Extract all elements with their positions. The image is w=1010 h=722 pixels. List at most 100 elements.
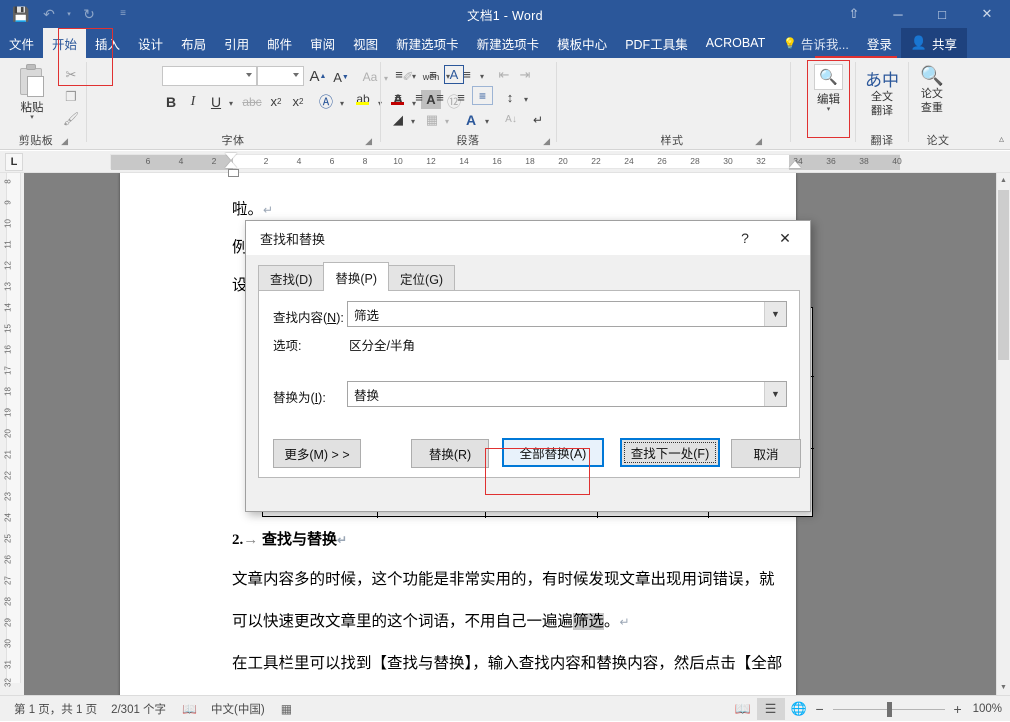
paragraph-dialog-launcher[interactable]: ◢ [543, 136, 550, 147]
macro-icon[interactable]: ▦ [281, 702, 292, 716]
word-count[interactable]: 2/301 个字 [111, 701, 166, 717]
replace-all-button[interactable]: 全部替换(A) [502, 438, 604, 467]
zoom-slider[interactable] [833, 698, 945, 720]
text-effects-dropdown-icon[interactable]: ▾ [336, 93, 348, 114]
asian-layout-icon[interactable]: A [460, 109, 482, 130]
shrink-font-icon[interactable]: A▼ [331, 67, 351, 88]
chevron-down-icon[interactable]: ▼ [764, 382, 786, 406]
print-layout-icon[interactable]: ☰ [757, 698, 785, 720]
replace-button[interactable]: 替换(R) [411, 439, 489, 468]
change-case-icon[interactable]: Aa [358, 66, 382, 87]
tab-layout[interactable]: 布局 [172, 28, 215, 58]
copy-icon[interactable]: ❐ [58, 86, 84, 108]
tab-template-center[interactable]: 模板中心 [548, 28, 616, 58]
zoom-level[interactable]: 100% [973, 703, 1002, 715]
zoom-out-button[interactable]: − [813, 701, 827, 717]
justify-icon[interactable]: ≡ [451, 87, 471, 108]
dialog-tab-replace[interactable]: 替换(P) [323, 262, 389, 291]
tab-pdf-tools[interactable]: PDF工具集 [616, 28, 697, 58]
asian-layout-dropdown-icon[interactable]: ▾ [481, 111, 493, 132]
dialog-tab-find[interactable]: 查找(D) [258, 265, 324, 291]
distribute-icon[interactable]: ≡ [472, 86, 493, 105]
superscript-icon[interactable]: x2 [288, 91, 308, 112]
numbering-icon[interactable]: ≡ [422, 64, 444, 85]
tell-me-box[interactable]: 💡 告诉我... [774, 28, 858, 58]
right-indent-marker[interactable] [789, 161, 801, 168]
scroll-down-icon[interactable]: ▼ [997, 680, 1010, 695]
decrease-indent-icon[interactable]: ⇤ [494, 64, 514, 85]
increase-indent-icon[interactable]: ⇥ [515, 64, 535, 85]
full-text-translate-button[interactable]: あ中 全文 翻译 [865, 66, 899, 119]
tab-acrobat[interactable]: ACROBAT [697, 28, 775, 58]
format-painter-icon[interactable]: 🖌 [58, 108, 84, 130]
minimize-icon[interactable]: ─ [876, 0, 920, 28]
text-effects-icon[interactable]: Ⓐ [316, 91, 336, 112]
italic-icon[interactable]: I [184, 91, 202, 112]
shading-icon[interactable]: ◢ [388, 109, 408, 130]
find-next-button[interactable]: 查找下一处(F) [620, 438, 720, 467]
borders-icon[interactable]: ▦ [422, 109, 442, 130]
tab-references[interactable]: 引用 [215, 28, 258, 58]
multilevel-dropdown-icon[interactable]: ▾ [476, 66, 488, 87]
page-info[interactable]: 第 1 页，共 1 页 [14, 701, 97, 717]
web-layout-icon[interactable]: 🌐 [785, 698, 813, 720]
clipboard-dialog-launcher[interactable]: ◢ [61, 136, 68, 147]
bold-icon[interactable]: B [162, 91, 180, 112]
font-dialog-launcher[interactable]: ◢ [365, 136, 372, 147]
left-indent-marker[interactable] [228, 169, 239, 177]
close-icon[interactable]: ✕ [768, 227, 802, 249]
replace-with-input[interactable]: 替换 ▼ [347, 381, 787, 407]
tab-view[interactable]: 视图 [344, 28, 387, 58]
share-button[interactable]: 👤 共享 [901, 28, 967, 58]
highlight-color-icon[interactable]: ab [352, 88, 374, 109]
tab-mailings[interactable]: 邮件 [258, 28, 301, 58]
scroll-up-icon[interactable]: ▲ [997, 173, 1010, 188]
first-line-indent-marker[interactable] [225, 153, 237, 160]
underline-icon[interactable]: U [207, 91, 225, 112]
tab-new-tab-2[interactable]: 新建选项卡 [468, 28, 549, 58]
find-what-input[interactable]: 筛选 ▼ [347, 301, 787, 327]
zoom-in-button[interactable]: + [951, 701, 965, 717]
tab-stop-selector[interactable]: L [5, 153, 23, 171]
zoom-slider-thumb[interactable] [887, 702, 892, 717]
bullets-dropdown-icon[interactable]: ▾ [408, 66, 420, 87]
multilevel-list-icon[interactable]: ≡ [456, 64, 478, 85]
sign-in-button[interactable]: 登录 [858, 28, 901, 58]
numbering-dropdown-icon[interactable]: ▾ [442, 66, 454, 87]
dialog-tab-goto[interactable]: 定位(G) [388, 265, 455, 291]
grow-font-icon[interactable]: A▲ [308, 66, 328, 87]
line-spacing-dropdown-icon[interactable]: ▾ [520, 89, 532, 110]
line-spacing-icon[interactable]: ↕ [500, 87, 520, 108]
tab-new-tab-1[interactable]: 新建选项卡 [387, 28, 468, 58]
collapse-ribbon-icon[interactable]: ▵ [999, 134, 1004, 145]
read-mode-icon[interactable]: 📖 [729, 698, 757, 720]
tab-review[interactable]: 审阅 [301, 28, 344, 58]
more-button[interactable]: 更多(M) > > [273, 439, 361, 468]
maximize-icon[interactable]: □ [920, 0, 964, 28]
font-name-combo[interactable] [162, 66, 257, 86]
tab-file[interactable]: 文件 [0, 28, 43, 58]
hanging-indent-marker[interactable] [225, 161, 237, 168]
align-right-icon[interactable]: ≡ [430, 87, 450, 108]
underline-dropdown-icon[interactable]: ▾ [225, 93, 237, 114]
thesis-check-button[interactable]: 🔍 论文 查重 [920, 64, 944, 116]
paste-dropdown-icon[interactable]: ▾ [30, 115, 34, 121]
sort-icon[interactable]: A↓ [500, 109, 522, 130]
bullets-icon[interactable]: ≡ [388, 64, 410, 85]
tab-home[interactable]: 开始 [43, 28, 86, 58]
styles-dialog-launcher[interactable]: ◢ [755, 136, 762, 147]
close-icon[interactable]: ✕ [964, 0, 1010, 28]
align-left-icon[interactable]: ≡ [388, 87, 408, 108]
paste-button[interactable]: 粘贴 ▾ [10, 64, 54, 121]
tab-insert[interactable]: 插入 [86, 28, 129, 58]
align-center-icon[interactable]: ≡ [409, 87, 429, 108]
scrollbar-thumb[interactable] [998, 190, 1009, 360]
cancel-button[interactable]: 取消 [731, 439, 801, 468]
vertical-scrollbar[interactable]: ▲ ▼ [996, 173, 1010, 695]
tab-design[interactable]: 设计 [129, 28, 172, 58]
show-marks-icon[interactable]: ↵ [528, 109, 548, 130]
question-mark-icon[interactable]: ? [732, 227, 758, 249]
horizontal-ruler[interactable]: L 6 4 2 2 4 6 8 10 12 14 16 18 20 22 24 … [0, 151, 1010, 173]
language-indicator[interactable]: 中文(中国) [211, 701, 265, 717]
shading-dropdown-icon[interactable]: ▾ [407, 111, 419, 132]
